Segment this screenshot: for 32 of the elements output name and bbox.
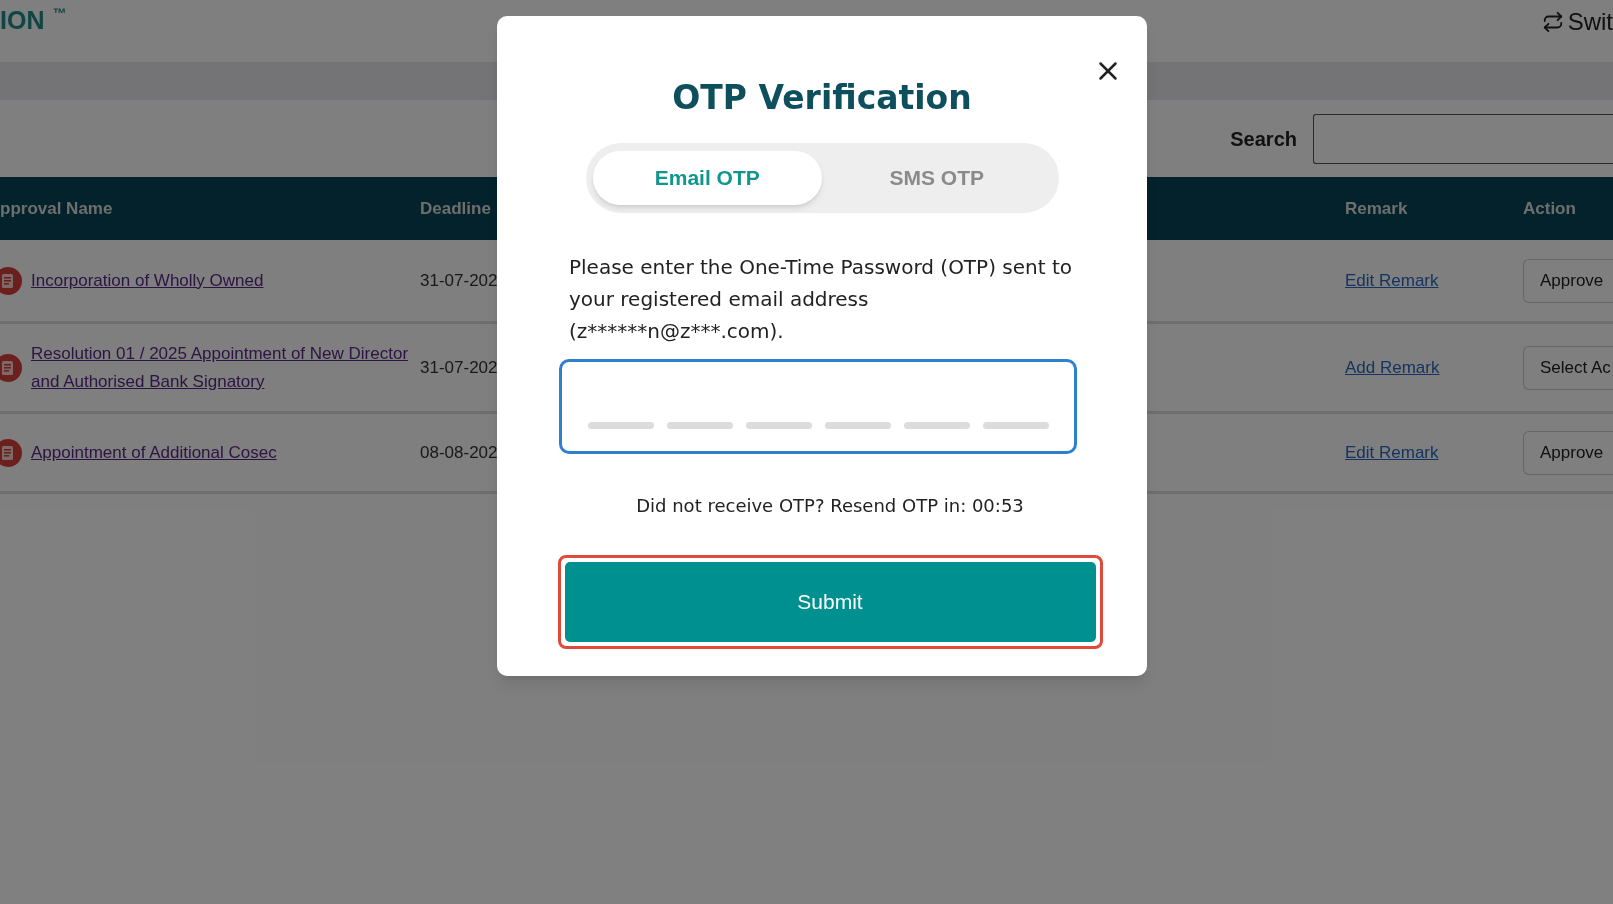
otp-input-field[interactable] bbox=[559, 359, 1077, 454]
action-select[interactable]: Approve bbox=[1523, 430, 1613, 475]
trademark-sign: ™ bbox=[52, 5, 67, 21]
otp-type-tab[interactable]: Email OTP bbox=[592, 151, 822, 205]
resend-timer-text: Did not receive OTP? Resend OTP in: 00:53 bbox=[636, 494, 1024, 518]
remark-link[interactable]: Add Remark bbox=[1345, 354, 1523, 381]
document-icon bbox=[0, 266, 22, 295]
remark-link[interactable]: Edit Remark bbox=[1345, 439, 1523, 466]
dialog-title: OTP Verification bbox=[672, 78, 972, 118]
switch-link[interactable]: Swit bbox=[1567, 4, 1613, 40]
submit-button[interactable]: Submit bbox=[564, 562, 1096, 642]
action-select[interactable]: Approve bbox=[1523, 258, 1613, 303]
approval-link[interactable]: Resolution 01 / 2025 Appointment of New Director and Authorised Bank Signatory bbox=[31, 339, 416, 396]
deadline-cell: 31-07-202 bbox=[420, 270, 498, 290]
approval-link[interactable]: Appointment of Additional Cosec bbox=[31, 438, 416, 467]
column-header: Remark bbox=[1345, 197, 1409, 220]
remark-link[interactable]: Edit Remark bbox=[1345, 267, 1523, 294]
instruction-text: Please enter the One-Time Password (OTP) sent to your registered email address (z******n@z***.com). bbox=[569, 254, 1073, 345]
swap-arrows-icon[interactable] bbox=[1541, 11, 1564, 33]
otp-type-tab[interactable]: SMS OTP bbox=[822, 151, 1052, 205]
deadline-cell: 31-07-202 bbox=[420, 357, 498, 377]
search-label: Search bbox=[1230, 126, 1297, 152]
search-field[interactable] bbox=[1313, 113, 1613, 164]
column-header: pproval Name bbox=[0, 197, 114, 220]
column-header: Action bbox=[1523, 197, 1576, 220]
column-header: Deadline bbox=[420, 197, 492, 220]
logo-text: ION bbox=[0, 5, 45, 35]
document-icon bbox=[0, 438, 22, 467]
document-icon bbox=[0, 353, 22, 382]
approval-link[interactable]: Incorporation of Wholly Owned bbox=[31, 266, 416, 295]
action-select[interactable]: Select Ac bbox=[1523, 345, 1613, 390]
deadline-cell: 08-08-202 bbox=[420, 442, 498, 462]
